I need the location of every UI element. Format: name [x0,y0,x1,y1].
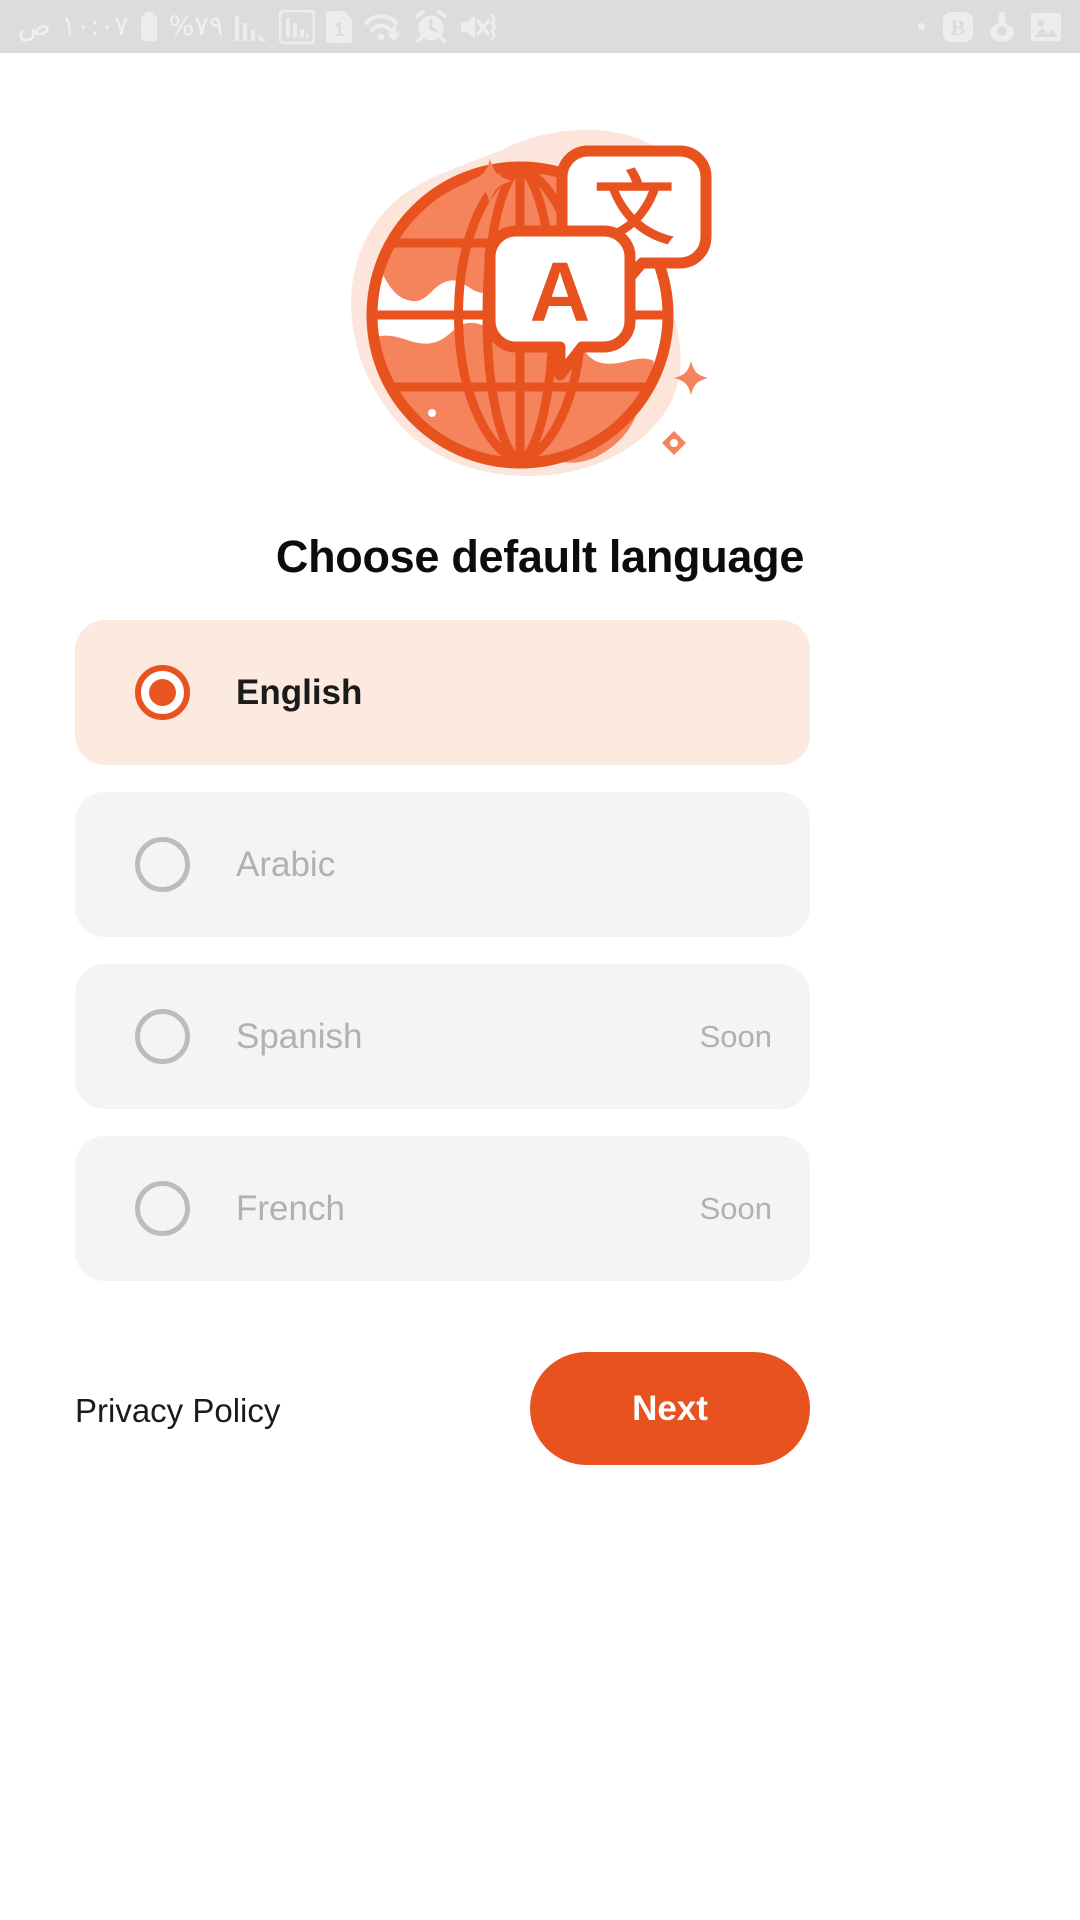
signal-bars-icon [234,12,268,42]
status-bar: ص ١٠:٠٧ %٧٩ 1 B [0,0,1080,53]
svg-text:B: B [951,15,966,40]
sim-card-icon: 1 [326,10,353,43]
globe-illustration-svg: 文 A [351,129,712,477]
radio-button-french[interactable] [135,1181,190,1236]
radio-button-arabic[interactable] [135,837,190,892]
status-bar-clock: ١٠:٠٧ [61,11,129,42]
language-options-list: English Arabic Spanish Soon French Soon [75,620,810,1308]
alarm-clock-icon [414,9,448,44]
language-option-badge: Soon [699,1019,772,1054]
signal-bars-boxed-icon [279,9,316,44]
svg-text:1: 1 [334,20,345,41]
next-button[interactable]: Next [530,1352,810,1465]
latin-letter: A [530,245,591,339]
language-translate-globe-icon: 文 A [0,120,1080,510]
image-gallery-icon [1030,12,1062,42]
location-person-icon [987,11,1017,43]
status-bar-battery-percent: %٧٩ [168,11,224,42]
small-dot-icon [918,23,925,30]
language-option-label: Spanish [236,1017,363,1056]
language-option-english[interactable]: English [75,620,810,765]
status-bar-left-cluster: ص ١٠:٠٧ %٧٩ 1 [18,9,497,44]
app-screen: ص ١٠:٠٧ %٧٩ 1 B 文 A Choose default langu… [0,0,1080,1920]
language-option-spanish[interactable]: Spanish Soon [75,964,810,1109]
privacy-policy-link[interactable]: Privacy Policy [75,1394,280,1427]
language-option-arabic[interactable]: Arabic [75,792,810,937]
footer-bar: Privacy Policy Next [0,1352,1080,1472]
radio-button-english[interactable] [135,665,190,720]
wifi-download-icon [363,11,403,43]
language-option-label: Arabic [236,845,336,884]
volume-mute-vibrate-icon [459,11,497,43]
status-bar-right-cluster: B [918,11,1062,43]
radio-button-spanish[interactable] [135,1009,190,1064]
page-title: Choose default language [275,531,805,582]
bold-app-icon: B [942,11,974,43]
language-option-label: English [236,673,363,712]
language-option-label: French [236,1189,345,1228]
battery-icon [140,11,158,42]
language-option-badge: Soon [699,1191,772,1226]
language-option-french[interactable]: French Soon [75,1136,810,1281]
status-bar-am-pm: ص [18,11,51,42]
